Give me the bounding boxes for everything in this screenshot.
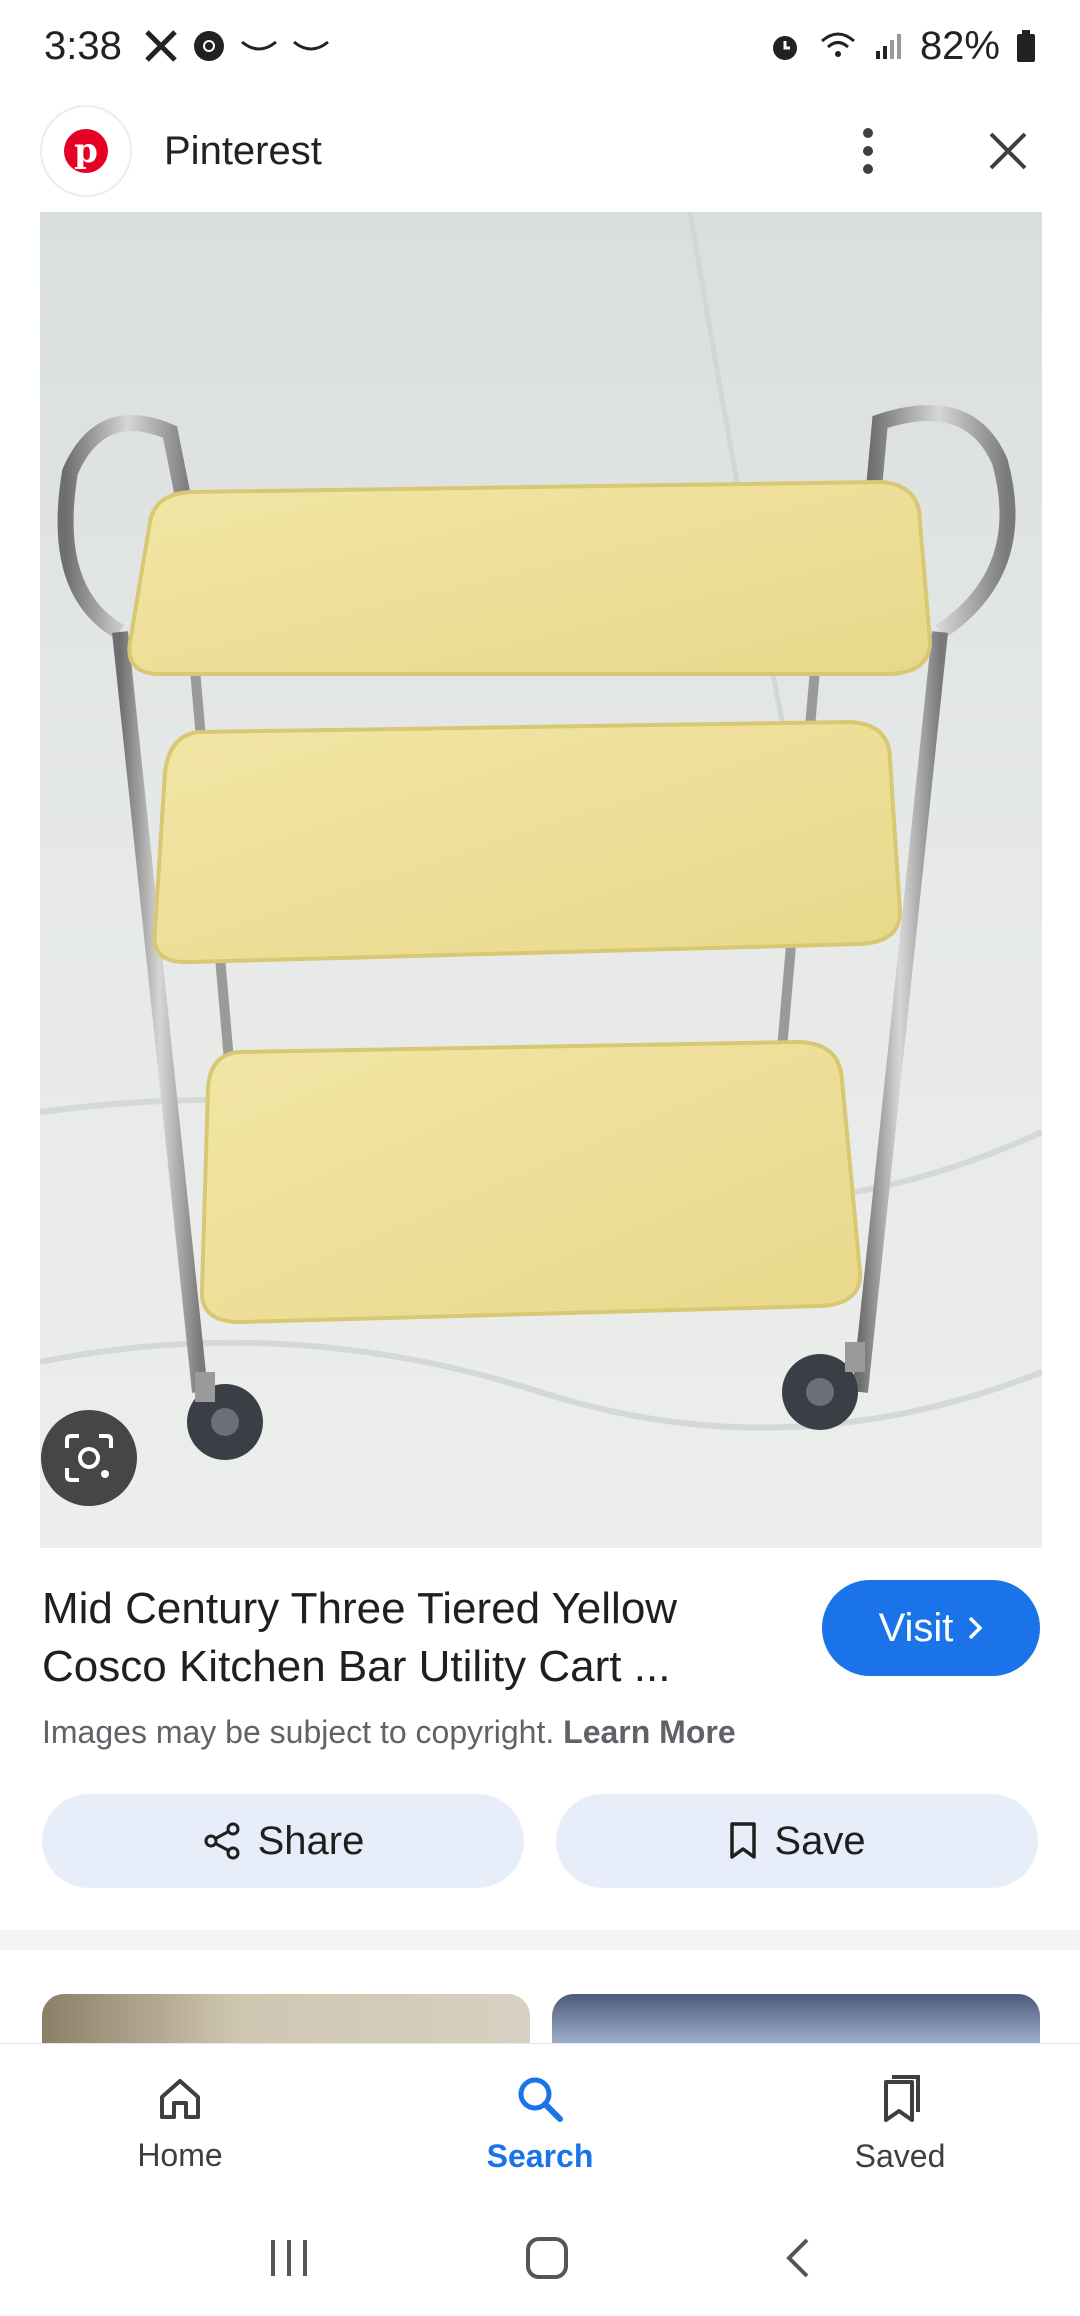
battery-icon (1017, 30, 1035, 62)
nav-item-saved[interactable]: Saved (720, 2044, 1080, 2204)
pinterest-logo: p (42, 107, 130, 195)
result-info: Mid Century Three Tiered Yellow Cosco Ki… (42, 1580, 1042, 1751)
system-home-button[interactable] (525, 2236, 569, 2285)
share-icon (204, 1822, 240, 1860)
action-row: Share Save (42, 1794, 1038, 1888)
app-bar: p Pinterest (0, 92, 1080, 210)
back-icon (786, 2238, 809, 2277)
result-title[interactable]: Mid Century Three Tiered Yellow Cosco Ki… (42, 1580, 782, 1696)
copyright-text: Images may be subject to copyright. (42, 1714, 555, 1750)
related-image-1[interactable] (42, 1994, 530, 2044)
save-label: Save (774, 1818, 866, 1863)
system-nav-bar (0, 2204, 1080, 2316)
image-preview[interactable] (40, 212, 1042, 1548)
nav-item-search[interactable]: Search (360, 2044, 720, 2204)
cart-photo (40, 212, 1042, 1548)
chevron-right-icon (969, 1616, 983, 1640)
voicemail-icon (292, 40, 329, 51)
system-back-button[interactable] (783, 2236, 813, 2285)
share-label: Share (257, 1818, 365, 1863)
status-right: 82% (768, 24, 1036, 69)
alarm-icon (772, 36, 797, 60)
recents-icon (271, 2239, 307, 2276)
copyright-notice: Images may be subject to copyright. Lear… (42, 1714, 1042, 1751)
visit-label: Visit (878, 1605, 954, 1650)
google-lens-icon (65, 1434, 113, 1482)
signal-icon (875, 34, 901, 59)
visit-button[interactable]: Visit (822, 1580, 1040, 1676)
related-image-2[interactable] (552, 1994, 1040, 2044)
x-icon (145, 30, 177, 62)
recents-button[interactable] (267, 2238, 311, 2283)
more-options-button[interactable] (838, 121, 898, 181)
chrome-icon (193, 31, 224, 61)
nav-label-home: Home (137, 2136, 223, 2173)
app-bar-actions (838, 121, 1038, 181)
learn-more-link[interactable]: Learn More (563, 1714, 735, 1750)
status-time: 3:38 (44, 23, 122, 68)
voicemail-icon (240, 40, 277, 51)
bottom-nav: Home Search Saved (0, 2044, 1080, 2204)
saved-icon (884, 2074, 920, 2122)
home-button-icon (526, 2236, 568, 2279)
close-icon (989, 132, 1027, 170)
battery-level: 82% (919, 23, 1000, 68)
lens-search-button[interactable] (41, 1410, 137, 1506)
status-bar: 3:38 82% (0, 0, 1080, 92)
share-button[interactable]: Share (42, 1794, 524, 1888)
site-name: Pinterest (164, 128, 322, 173)
bookmark-icon (730, 1822, 757, 1859)
pinterest-logo-mark: p (64, 129, 108, 173)
notification-icons (144, 29, 330, 63)
search-icon (518, 2077, 563, 2122)
home-icon (160, 2078, 200, 2119)
more-vert-icon (863, 128, 873, 174)
section-divider (0, 1930, 1080, 1950)
nav-label-saved: Saved (854, 2137, 946, 2174)
save-button[interactable]: Save (556, 1794, 1038, 1888)
nav-item-home[interactable]: Home (0, 2044, 360, 2204)
wifi-icon (820, 32, 855, 57)
nav-label-search: Search (486, 2137, 594, 2174)
close-button[interactable] (978, 121, 1038, 181)
